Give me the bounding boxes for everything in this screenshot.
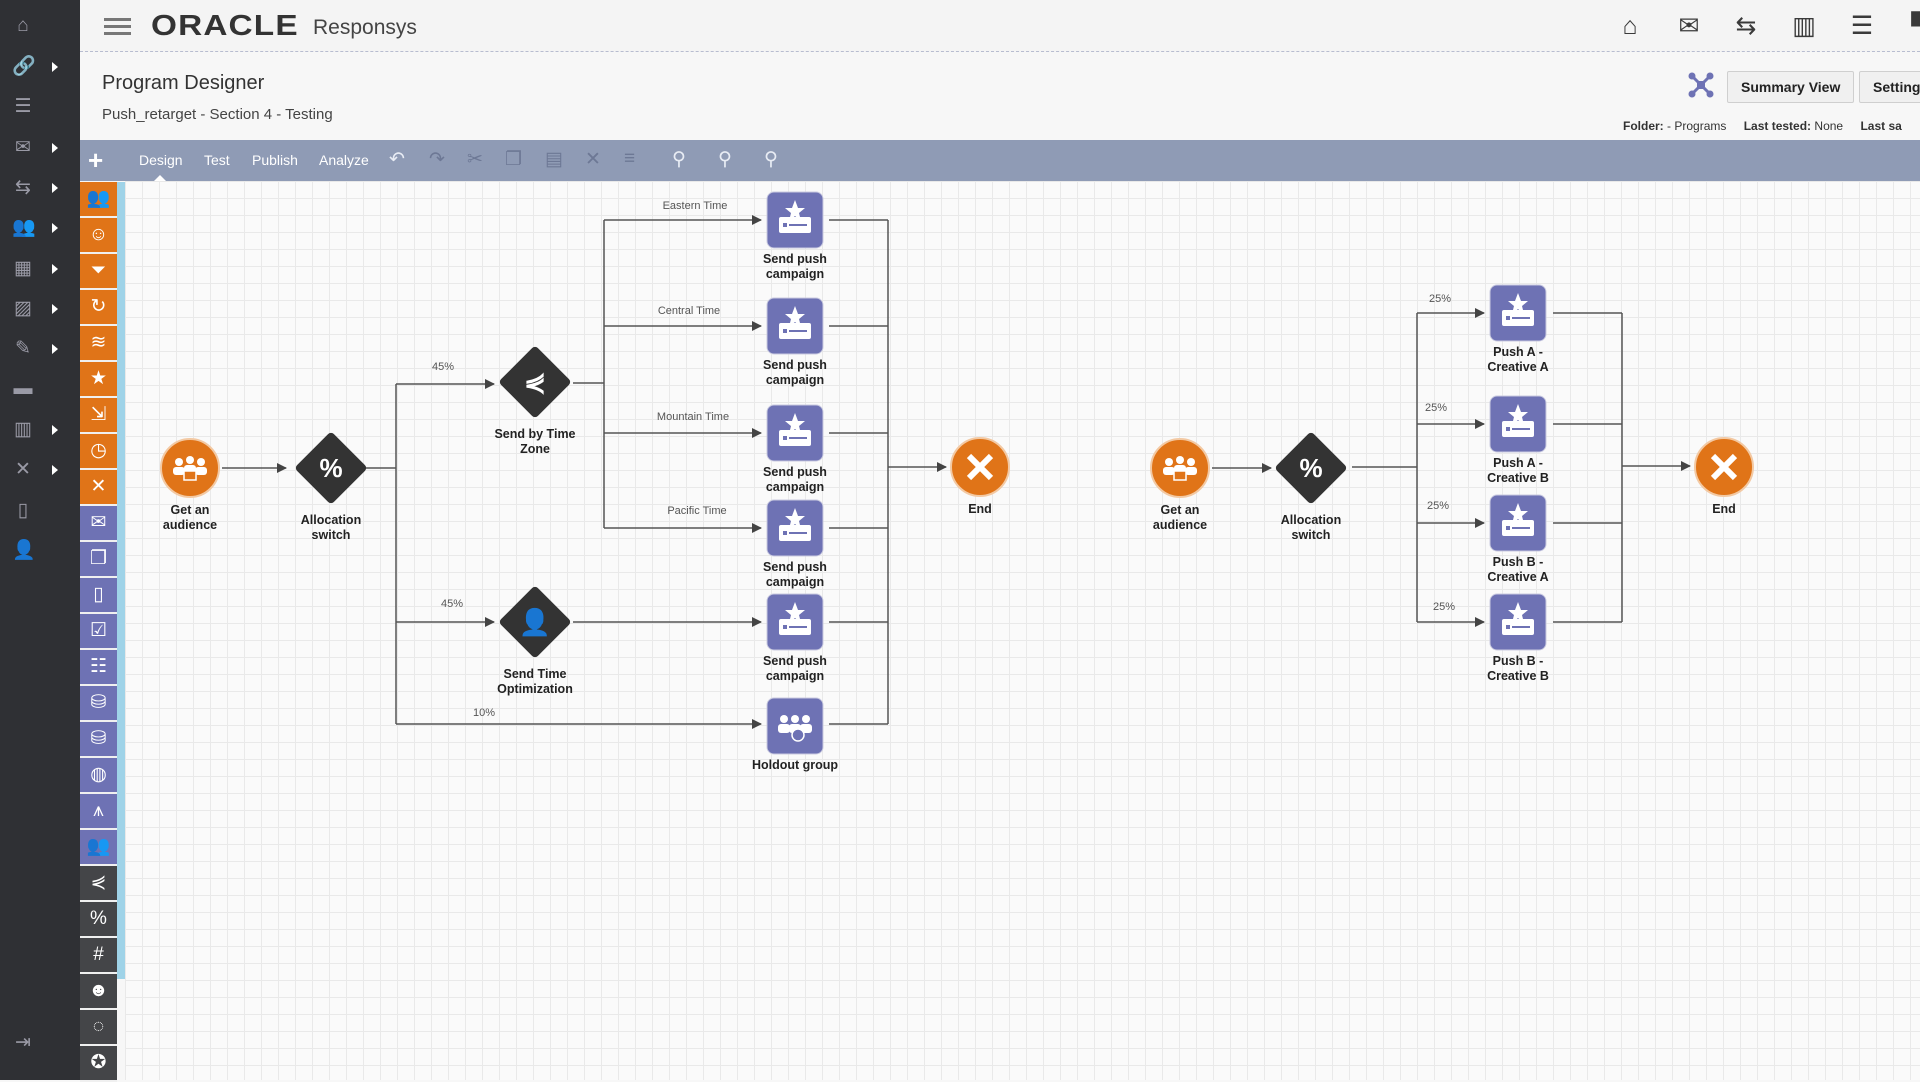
branch-label: 10% xyxy=(473,707,495,719)
node-label: Push B -Creative B xyxy=(1487,654,1549,683)
branch-label: 45% xyxy=(432,361,454,373)
campaign-node[interactable] xyxy=(766,191,824,249)
node-label: End xyxy=(968,502,992,516)
split-icon: ⋞ xyxy=(524,367,546,397)
node-label: Send push campaign xyxy=(763,252,827,281)
program-diagram: 45% 45% 10% Eastern Time Central Time Mountai… xyxy=(160,191,1754,772)
campaign-node[interactable] xyxy=(766,297,824,355)
campaign-node[interactable] xyxy=(766,593,824,651)
branch-label: 25% xyxy=(1433,601,1455,613)
time-optimization-icon: 👤 xyxy=(519,607,551,637)
percent-icon: % xyxy=(319,453,342,483)
allocation-switch-node[interactable]: % xyxy=(294,431,368,505)
node-label: Push B -Creative A xyxy=(1487,555,1548,584)
send-time-optimization-node[interactable]: 👤 xyxy=(498,585,572,659)
node-label: End xyxy=(1712,502,1736,516)
node-label: Push A -Creative A xyxy=(1487,345,1548,374)
node-label: Holdout group xyxy=(752,758,838,772)
campaign-node[interactable] xyxy=(1489,494,1547,552)
node-label: Send by Time Zone xyxy=(494,427,575,456)
node-label: Get an audience xyxy=(1153,503,1207,532)
campaign-node[interactable] xyxy=(1489,284,1547,342)
node-label: Send push campaign xyxy=(763,358,827,387)
campaign-node[interactable] xyxy=(766,404,824,462)
node-label: Send Time Optimization xyxy=(497,667,573,696)
node-label: Send push campaign xyxy=(763,654,827,683)
node-label: Get an audience xyxy=(163,503,217,532)
branch-label: Central Time xyxy=(658,305,720,317)
end-node[interactable] xyxy=(1694,437,1754,497)
campaign-node[interactable] xyxy=(1489,593,1547,651)
branch-label: Eastern Time xyxy=(663,200,728,212)
node-label: Allocation switch xyxy=(1281,513,1341,542)
node-label: Send push campaign xyxy=(763,465,827,494)
branch-label: 45% xyxy=(441,598,463,610)
branch-label: Pacific Time xyxy=(667,505,726,517)
end-node[interactable] xyxy=(950,437,1010,497)
percent-icon: % xyxy=(1299,453,1322,483)
node-label: Allocation switch xyxy=(301,513,361,542)
node-label: Send push campaign xyxy=(763,560,827,589)
campaign-node[interactable] xyxy=(1489,395,1547,453)
branch-label: 25% xyxy=(1425,402,1447,414)
audience-node[interactable] xyxy=(160,438,220,498)
branch-label: 25% xyxy=(1427,500,1449,512)
branch-label: 25% xyxy=(1429,293,1451,305)
allocation-switch-node[interactable]: % xyxy=(1274,431,1348,505)
branch-label: Mountain Time xyxy=(657,411,729,423)
campaign-node[interactable] xyxy=(766,499,824,557)
node-label: Push A -Creative B xyxy=(1487,456,1549,485)
audience-node[interactable] xyxy=(1150,438,1210,498)
time-zone-node[interactable]: ⋞ xyxy=(498,345,572,419)
campaign-node[interactable] xyxy=(766,697,824,755)
